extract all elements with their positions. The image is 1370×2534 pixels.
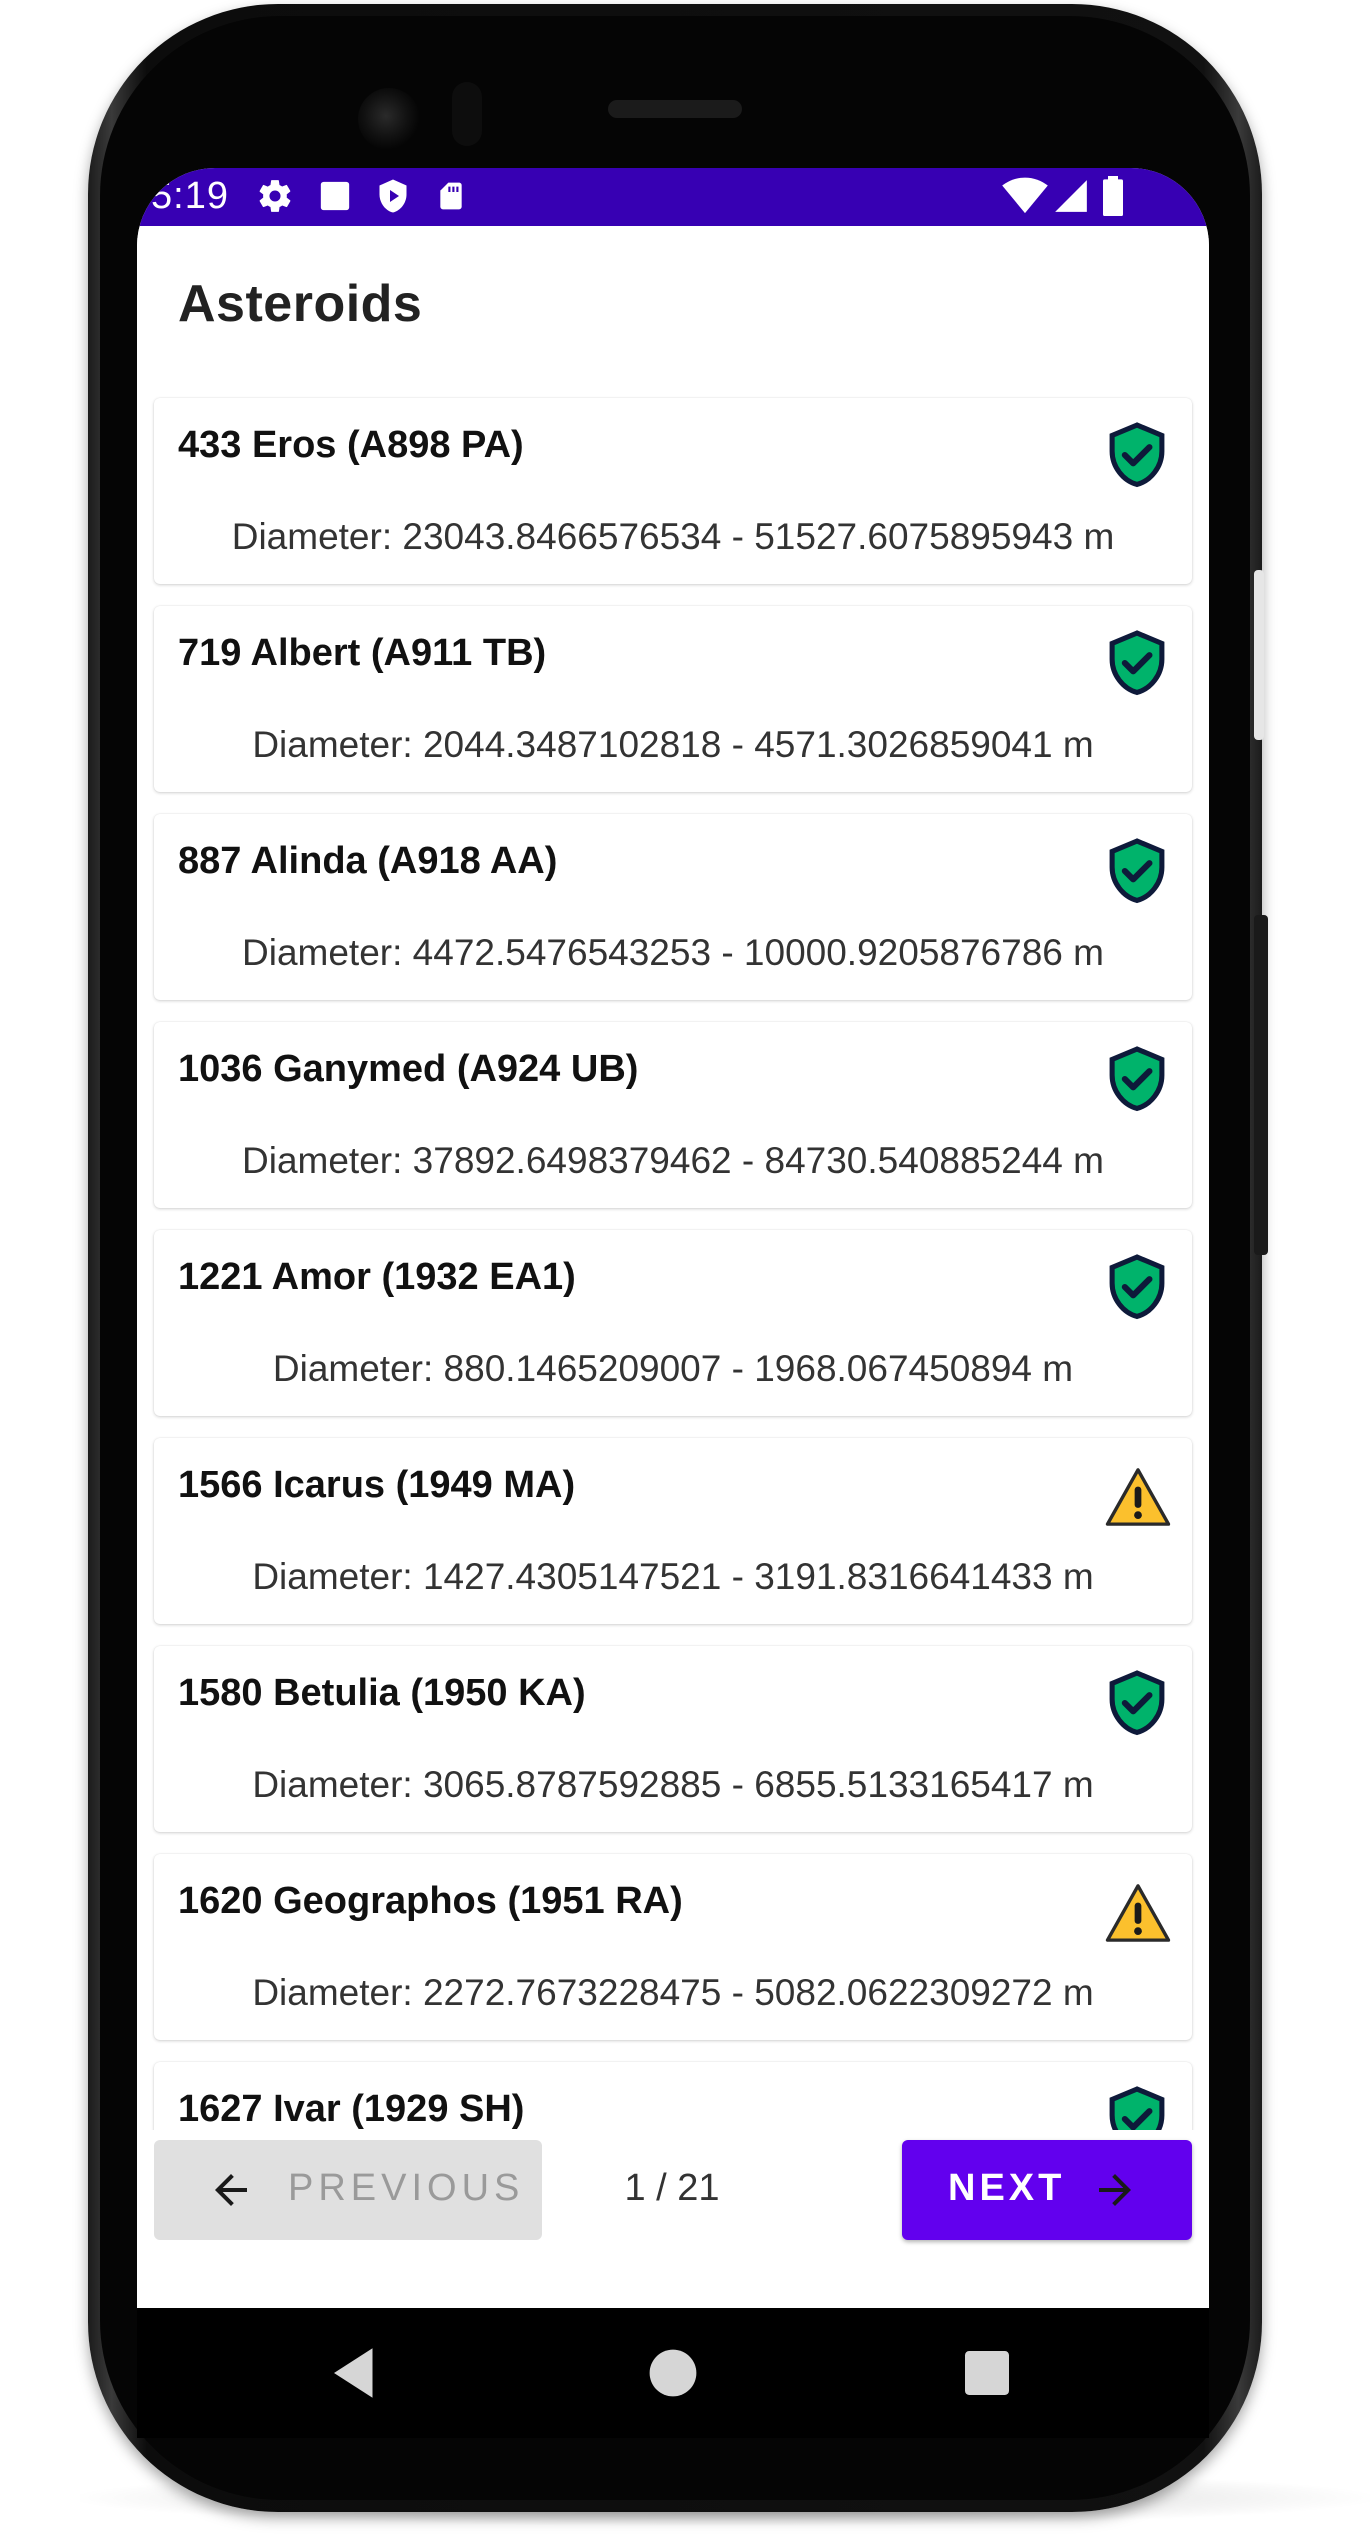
square-icon xyxy=(315,176,355,216)
arrow-left-icon xyxy=(215,2174,247,2206)
status-bar: 5:19 xyxy=(137,168,1209,226)
shield-play-icon xyxy=(373,176,413,216)
asteroid-card[interactable]: 1627 Ivar (1929 SH) xyxy=(154,2062,1192,2130)
asteroid-card[interactable]: 1036 Ganymed (A924 UB) Diameter: 37892.64… xyxy=(154,1022,1192,1208)
power-button-highlight xyxy=(1254,570,1264,740)
next-button[interactable]: NEXT xyxy=(902,2140,1192,2240)
asteroid-name: 433 Eros (A898 PA) xyxy=(178,424,524,466)
system-nav-bar xyxy=(137,2308,1209,2438)
next-button-label: NEXT xyxy=(948,2167,1066,2209)
asteroid-diameter: Diameter: 2272.7673228475 - 5082.0622309… xyxy=(252,1972,1094,2013)
asteroid-diameter: Diameter: 880.1465209007 - 1968.06745089… xyxy=(272,1348,1074,1389)
asteroid-card[interactable]: 1221 Amor (1932 EA1) Diameter: 880.146520… xyxy=(154,1230,1192,1416)
asteroid-diameter: Diameter: 1427.4305147521 - 3191.8316641… xyxy=(252,1556,1094,1597)
asteroid-name: 887 Alinda (A918 AA) xyxy=(178,840,558,882)
signal-icon xyxy=(1051,176,1091,216)
asteroid-diameter: Diameter: 2044.3487102818 - 4571.3026859… xyxy=(252,724,1094,765)
home-icon[interactable] xyxy=(640,2340,706,2406)
asteroid-diameter: Diameter: 3065.8787592885 - 6855.5133165… xyxy=(252,1764,1094,1805)
wifi-icon xyxy=(1001,176,1049,216)
shield-check-icon xyxy=(1106,838,1168,904)
shield-check-icon xyxy=(1106,630,1168,696)
warning-icon xyxy=(1104,1882,1172,1948)
shield-check-icon xyxy=(1106,422,1168,488)
shield-check-icon xyxy=(1106,1254,1168,1320)
asteroid-name: 1566 Icarus (1949 MA) xyxy=(178,1464,576,1506)
asteroid-diameter: Diameter: 37892.6498379462 - 84730.54088… xyxy=(242,1140,1104,1181)
arrow-right-icon xyxy=(1099,2174,1131,2206)
status-time: 5:19 xyxy=(151,175,229,217)
asteroid-name: 1580 Betulia (1950 KA) xyxy=(178,1672,586,1714)
shield-check-icon xyxy=(1106,1046,1168,1112)
sd-card-icon xyxy=(431,176,471,216)
app-bar: Asteroids xyxy=(137,226,1209,378)
battery-icon xyxy=(1093,176,1133,216)
asteroid-name: 1620 Geographos (1951 RA) xyxy=(178,1880,683,1922)
asteroid-card[interactable]: 1620 Geographos (1951 RA) Diameter: 2272.… xyxy=(154,1854,1192,2040)
back-icon[interactable] xyxy=(323,2340,389,2406)
front-camera xyxy=(358,88,420,150)
asteroid-diameter: Diameter: 23043.8466576534 - 51527.60758… xyxy=(231,516,1115,557)
asteroid-card[interactable]: 1580 Betulia (1950 KA) Diameter: 3065.878… xyxy=(154,1646,1192,1832)
previous-button[interactable]: PREVIOUS xyxy=(154,2140,542,2240)
asteroid-card[interactable]: 887 Alinda (A918 AA) Diameter: 4472.54765… xyxy=(154,814,1192,1000)
volume-button xyxy=(1254,915,1268,1255)
asteroid-diameter: Diameter: 4472.5476543253 - 10000.920587… xyxy=(242,932,1104,973)
asteroid-name: 1221 Amor (1932 EA1) xyxy=(178,1256,576,1298)
asteroid-name: 1036 Ganymed (A924 UB) xyxy=(178,1048,639,1090)
page-title: Asteroids xyxy=(178,275,423,333)
proximity-sensor xyxy=(452,82,482,146)
device-frame: 5:19 Asteroids 433 Eros (A898 PA) Diamet… xyxy=(0,0,1370,2534)
settings-icon xyxy=(255,176,295,216)
app-screen: 5:19 Asteroids 433 Eros (A898 PA) Diamet… xyxy=(137,168,1209,2308)
shield-check-icon xyxy=(1106,1670,1168,1736)
recents-icon[interactable] xyxy=(954,2340,1020,2406)
asteroid-name: 719 Albert (A911 TB) xyxy=(178,632,547,674)
warning-icon xyxy=(1104,1466,1172,1532)
asteroid-card[interactable]: 719 Albert (A911 TB) Diameter: 2044.34871… xyxy=(154,606,1192,792)
asteroid-card[interactable]: 433 Eros (A898 PA) Diameter: 23043.846657… xyxy=(154,398,1192,584)
previous-button-label: PREVIOUS xyxy=(288,2167,525,2209)
asteroid-list[interactable]: 433 Eros (A898 PA) Diameter: 23043.846657… xyxy=(137,378,1209,2130)
earpiece-speaker xyxy=(608,100,742,118)
asteroid-name: 1627 Ivar (1929 SH) xyxy=(178,2088,525,2130)
shield-check-icon xyxy=(1106,2086,1168,2130)
pagination-bar: PREVIOUS 1 / 21 NEXT xyxy=(137,2130,1209,2308)
asteroid-card[interactable]: 1566 Icarus (1949 MA) Diameter: 1427.4305… xyxy=(154,1438,1192,1624)
page-indicator: 1 / 21 xyxy=(624,2167,720,2209)
